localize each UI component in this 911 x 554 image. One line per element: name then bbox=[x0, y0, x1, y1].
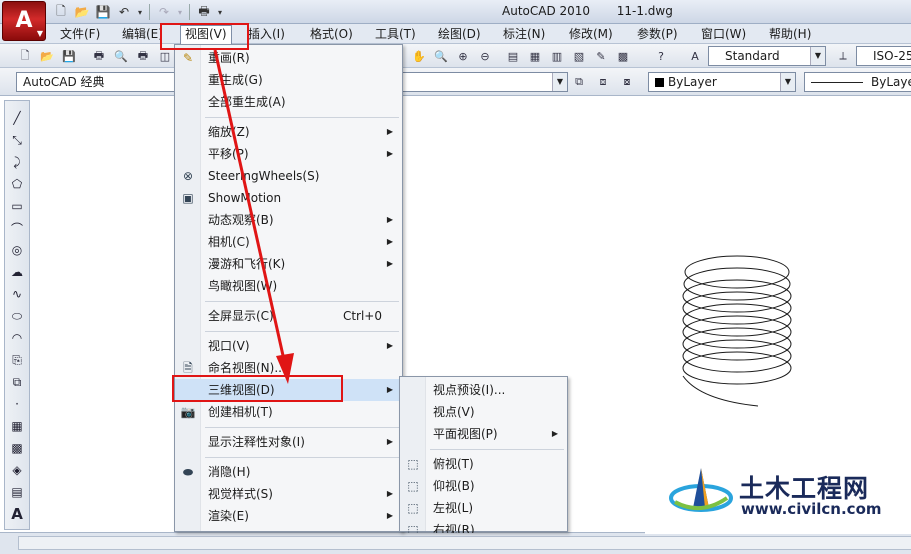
application-menu-button[interactable]: A ▼ bbox=[2, 1, 46, 41]
watermark-url: www.civilcn.com bbox=[741, 500, 882, 518]
civilcn-logo bbox=[669, 468, 733, 512]
autocad-logo: A bbox=[15, 8, 33, 33]
watermark: 土木工程网 www.civilcn.com bbox=[645, 448, 911, 534]
chevron-down-icon: ▼ bbox=[36, 29, 43, 38]
